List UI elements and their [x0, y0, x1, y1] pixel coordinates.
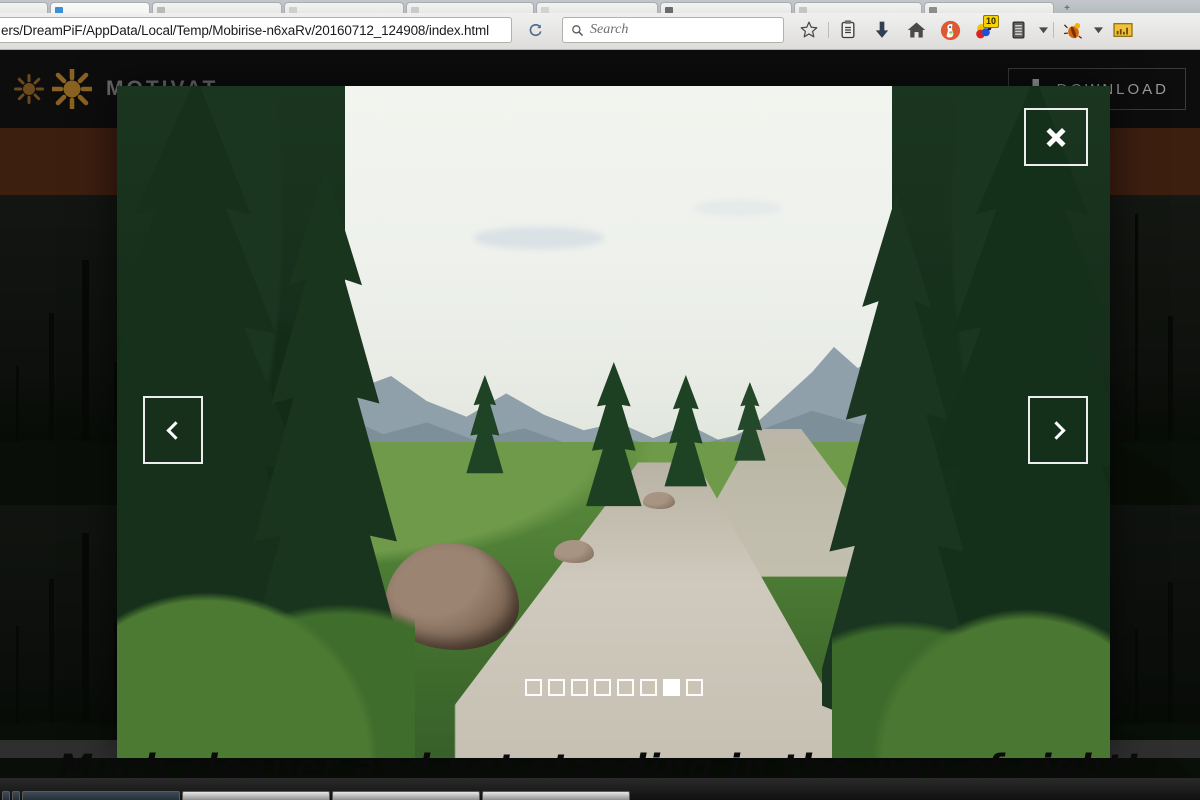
- firebug-icon: [1063, 22, 1082, 39]
- browser-tab[interactable]: [794, 2, 922, 13]
- colorzilla-button[interactable]: 10: [967, 15, 1001, 43]
- browser-tab[interactable]: [660, 2, 792, 13]
- reload-button[interactable]: [520, 17, 550, 43]
- screen: + ers/DreamPiF/AppData/Local/Temp/Mobiri…: [0, 0, 1200, 800]
- browser-tab[interactable]: [536, 2, 658, 13]
- toolbar-separator: [828, 22, 829, 38]
- photo-conifer-far: [733, 381, 766, 461]
- browser-tab[interactable]: [406, 2, 534, 13]
- reading-list-button[interactable]: [831, 17, 865, 43]
- measure-ruler-button[interactable]: [1106, 17, 1140, 43]
- taskbar-item[interactable]: [482, 791, 630, 800]
- home-button[interactable]: [899, 17, 933, 43]
- chevron-left-icon: [165, 420, 185, 440]
- url-bar[interactable]: ers/DreamPiF/AppData/Local/Temp/Mobirise…: [0, 17, 512, 43]
- lightbox-indicator[interactable]: [685, 679, 703, 696]
- lightbox-prev-button[interactable]: [143, 396, 203, 464]
- taskbar-item[interactable]: [182, 791, 330, 800]
- lightbox-indicator[interactable]: [570, 679, 588, 696]
- search-bar[interactable]: Search: [562, 17, 784, 43]
- navigation-toolbar: ers/DreamPiF/AppData/Local/Temp/Mobirise…: [0, 13, 1200, 50]
- toolbar-icons: 10: [792, 15, 1140, 43]
- chevron-right-icon: [1046, 420, 1066, 440]
- photo-conifer-left: [465, 374, 503, 474]
- windows-taskbar[interactable]: [0, 778, 1200, 800]
- taskbar-item[interactable]: [2, 791, 10, 800]
- browser-tab[interactable]: [0, 2, 48, 13]
- browser-tab[interactable]: [152, 2, 282, 13]
- browser-tab[interactable]: [924, 2, 1054, 13]
- clipboard-dropdown-caret[interactable]: [1035, 17, 1051, 43]
- search-icon: [572, 24, 584, 36]
- photo-conifer-center-2: [664, 374, 708, 487]
- clipboard-extension-icon: [1012, 21, 1024, 39]
- duckduckgo-icon: [940, 20, 960, 40]
- lightbox-indicator[interactable]: [524, 679, 542, 696]
- toolbar-separator-2: [1053, 22, 1054, 38]
- lightbox-modal[interactable]: [117, 86, 1110, 758]
- chevron-down-icon-2: [1093, 26, 1103, 33]
- firebug-button[interactable]: [1056, 17, 1090, 43]
- lightbox-image: [117, 86, 1110, 758]
- taskbar-item[interactable]: [22, 791, 180, 800]
- bookmark-star-button[interactable]: [792, 17, 826, 43]
- photo-cloud: [474, 227, 604, 249]
- lightbox-indicator[interactable]: [639, 679, 657, 696]
- taskbar-item[interactable]: [332, 791, 480, 800]
- reload-icon: [529, 23, 542, 36]
- browser-tab[interactable]: [50, 2, 150, 13]
- colorzilla-badge: 10: [982, 15, 999, 28]
- lightbox-indicator[interactable]: [547, 679, 565, 696]
- search-placeholder: Search: [590, 22, 629, 37]
- lightbox-next-button[interactable]: [1028, 396, 1088, 464]
- new-tab-button[interactable]: +: [1060, 3, 1074, 13]
- photo-shrubs-left: [117, 556, 415, 758]
- browser-chrome: + ers/DreamPiF/AppData/Local/Temp/Mobiri…: [0, 0, 1200, 50]
- bookmark-star-icon: [800, 21, 818, 38]
- home-icon: [907, 22, 925, 38]
- sun-gear-icon: [52, 69, 92, 109]
- photo-shrubs-right: [831, 569, 1110, 758]
- lightbox-close-button[interactable]: [1024, 108, 1088, 166]
- lightbox-indicators[interactable]: [117, 679, 1110, 696]
- url-text: ers/DreamPiF/AppData/Local/Temp/Mobirise…: [1, 22, 489, 38]
- clipboard-extension-button[interactable]: [1001, 17, 1035, 43]
- photo-rock-1: [553, 540, 594, 564]
- firebug-dropdown-caret[interactable]: [1090, 17, 1106, 43]
- measure-ruler-icon: [1113, 23, 1133, 37]
- tab-strip[interactable]: +: [0, 0, 1200, 13]
- chevron-down-icon: [1038, 26, 1048, 33]
- sun-gear-icon-small: [14, 74, 44, 104]
- browser-tab[interactable]: [284, 2, 404, 13]
- reading-list-icon: [841, 20, 855, 39]
- duckduckgo-button[interactable]: [933, 17, 967, 43]
- photo-rock-2: [643, 491, 676, 510]
- downloads-button[interactable]: [865, 17, 899, 43]
- lightbox-indicator[interactable]: [593, 679, 611, 696]
- downloads-arrow-icon: [875, 21, 889, 38]
- close-icon: [1045, 126, 1067, 148]
- lightbox-indicator[interactable]: [662, 679, 680, 696]
- lightbox-indicator[interactable]: [616, 679, 634, 696]
- taskbar-item[interactable]: [12, 791, 20, 800]
- photo-conifer-center: [585, 361, 642, 506]
